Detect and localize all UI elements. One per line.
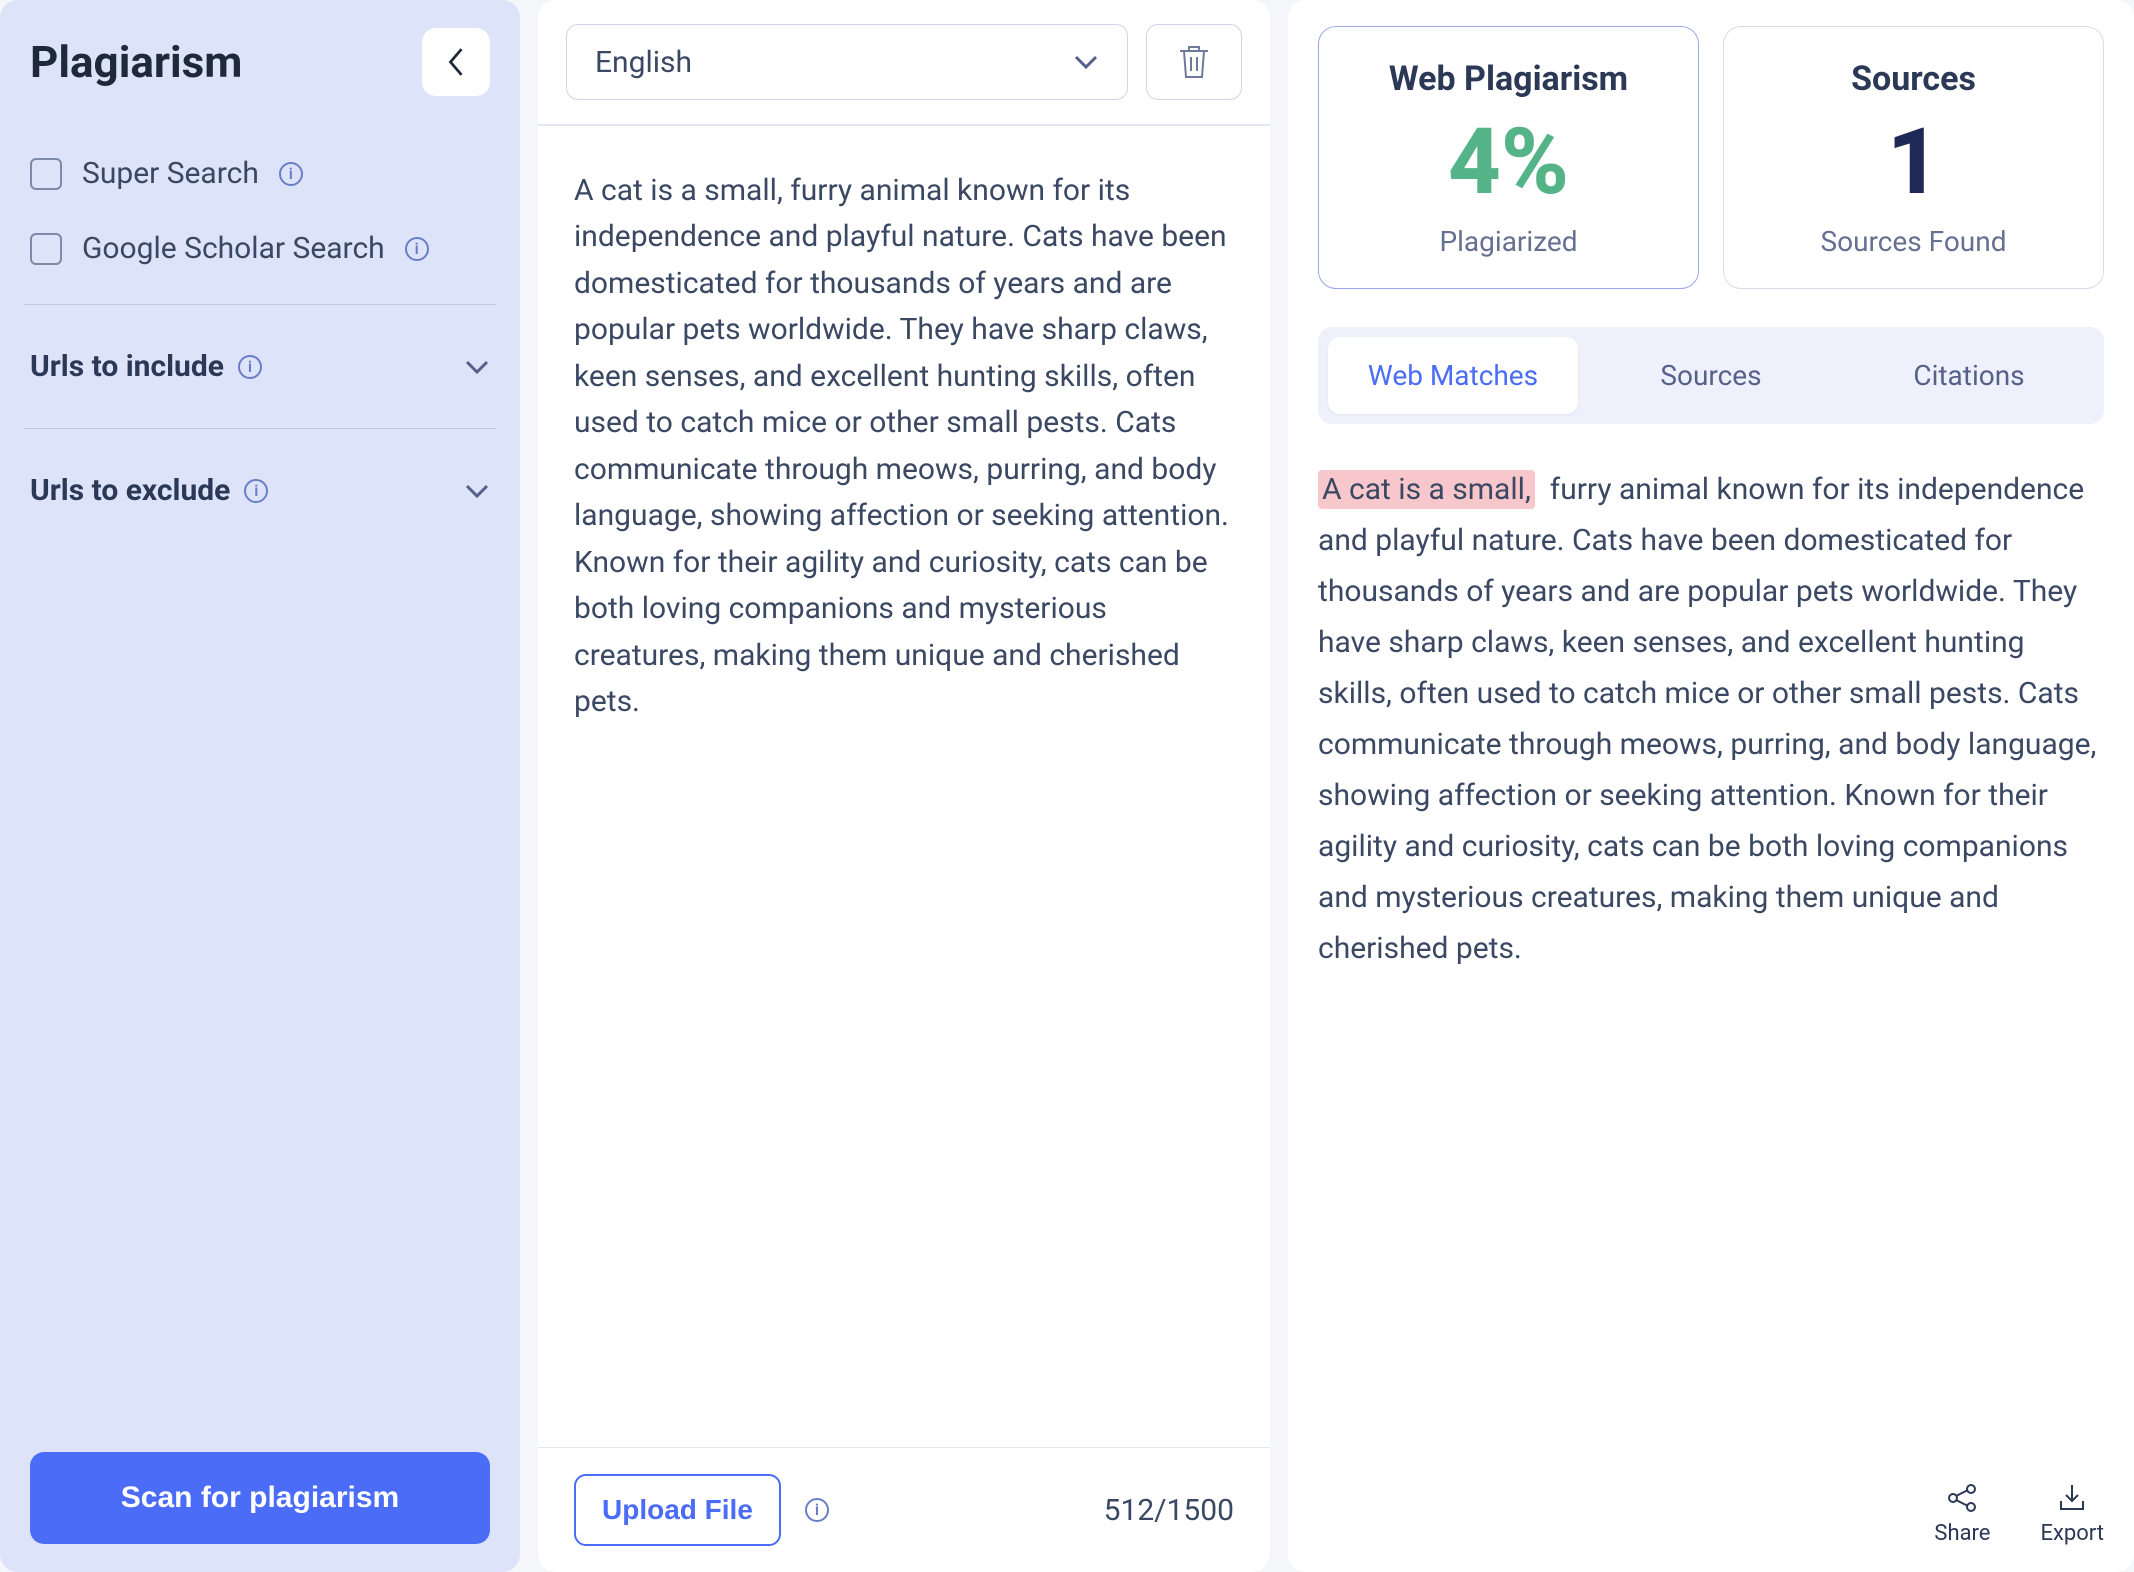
language-value: English xyxy=(595,45,692,80)
editor-toolbar: English xyxy=(538,0,1270,124)
accordion-label: Urls to exclude xyxy=(30,473,230,508)
info-icon[interactable]: i xyxy=(244,479,268,503)
info-icon[interactable]: i xyxy=(805,1498,829,1522)
footer-left: Upload File i xyxy=(574,1474,829,1546)
info-icon[interactable]: i xyxy=(279,162,303,186)
stat-title: Web Plagiarism xyxy=(1339,59,1678,99)
results-footer: Share Export xyxy=(1318,1465,2104,1546)
export-icon xyxy=(2055,1481,2089,1515)
trash-icon xyxy=(1177,43,1211,81)
stat-value: 1 xyxy=(1744,117,2083,209)
highlighted-match[interactable]: A cat is a small, xyxy=(1318,470,1535,509)
sidebar: Plagiarism Super Search i Google Scholar… xyxy=(0,0,520,1572)
checkbox-google-scholar[interactable] xyxy=(30,233,62,265)
stat-card-plagiarism[interactable]: Web Plagiarism 4% Plagiarized xyxy=(1318,26,1699,289)
divider xyxy=(24,428,496,429)
option-super-search[interactable]: Super Search i xyxy=(30,136,490,211)
export-label: Export xyxy=(2040,1521,2104,1546)
stat-cards: Web Plagiarism 4% Plagiarized Sources 1 … xyxy=(1318,26,2104,289)
accordion-label-wrap: Urls to include i xyxy=(30,349,262,384)
clear-button[interactable] xyxy=(1146,24,1242,100)
stat-sub: Plagiarized xyxy=(1339,225,1678,258)
back-button[interactable] xyxy=(422,28,490,96)
option-label: Google Scholar Search xyxy=(82,231,385,266)
tab-sources[interactable]: Sources xyxy=(1586,337,1836,414)
tab-citations[interactable]: Citations xyxy=(1844,337,2094,414)
upload-file-button[interactable]: Upload File xyxy=(574,1474,781,1546)
match-text: A cat is a small, furry animal known for… xyxy=(1318,464,2104,1465)
page-title: Plagiarism xyxy=(30,36,242,88)
stat-title: Sources xyxy=(1744,59,2083,99)
info-icon[interactable]: i xyxy=(238,355,262,379)
scan-button[interactable]: Scan for plagiarism xyxy=(30,1452,490,1544)
option-google-scholar[interactable]: Google Scholar Search i xyxy=(30,211,490,286)
results-tabs: Web Matches Sources Citations xyxy=(1318,327,2104,424)
language-select[interactable]: English xyxy=(566,24,1128,100)
editor-footer: Upload File i 512/1500 xyxy=(538,1447,1270,1572)
accordion-urls-include[interactable]: Urls to include i xyxy=(30,323,490,410)
char-count: 512/1500 xyxy=(1104,1493,1234,1528)
accordion-urls-exclude[interactable]: Urls to exclude i xyxy=(30,447,490,534)
results-panel: Web Plagiarism 4% Plagiarized Sources 1 … xyxy=(1288,0,2134,1572)
accordion-label-wrap: Urls to exclude i xyxy=(30,473,268,508)
match-rest: furry animal known for its independence … xyxy=(1318,472,2096,966)
divider xyxy=(24,304,496,305)
chevron-down-icon xyxy=(1073,54,1099,70)
share-icon xyxy=(1945,1481,1979,1515)
share-button[interactable]: Share xyxy=(1934,1481,1990,1546)
info-icon[interactable]: i xyxy=(405,237,429,261)
accordion-label: Urls to include xyxy=(30,349,224,384)
checkbox-super-search[interactable] xyxy=(30,158,62,190)
export-button[interactable]: Export xyxy=(2040,1481,2104,1546)
chevron-down-icon xyxy=(464,483,490,499)
chevron-left-icon xyxy=(445,44,467,80)
stat-card-sources[interactable]: Sources 1 Sources Found xyxy=(1723,26,2104,289)
editor-panel: English A cat is a small, furry animal k… xyxy=(538,0,1270,1572)
option-label: Super Search xyxy=(82,156,259,191)
sidebar-header: Plagiarism xyxy=(30,28,490,96)
text-input[interactable]: A cat is a small, furry animal known for… xyxy=(538,126,1270,1448)
chevron-down-icon xyxy=(464,359,490,375)
share-label: Share xyxy=(1934,1521,1990,1546)
tab-web-matches[interactable]: Web Matches xyxy=(1328,337,1578,414)
stat-sub: Sources Found xyxy=(1744,225,2083,258)
stat-value: 4% xyxy=(1339,117,1678,209)
